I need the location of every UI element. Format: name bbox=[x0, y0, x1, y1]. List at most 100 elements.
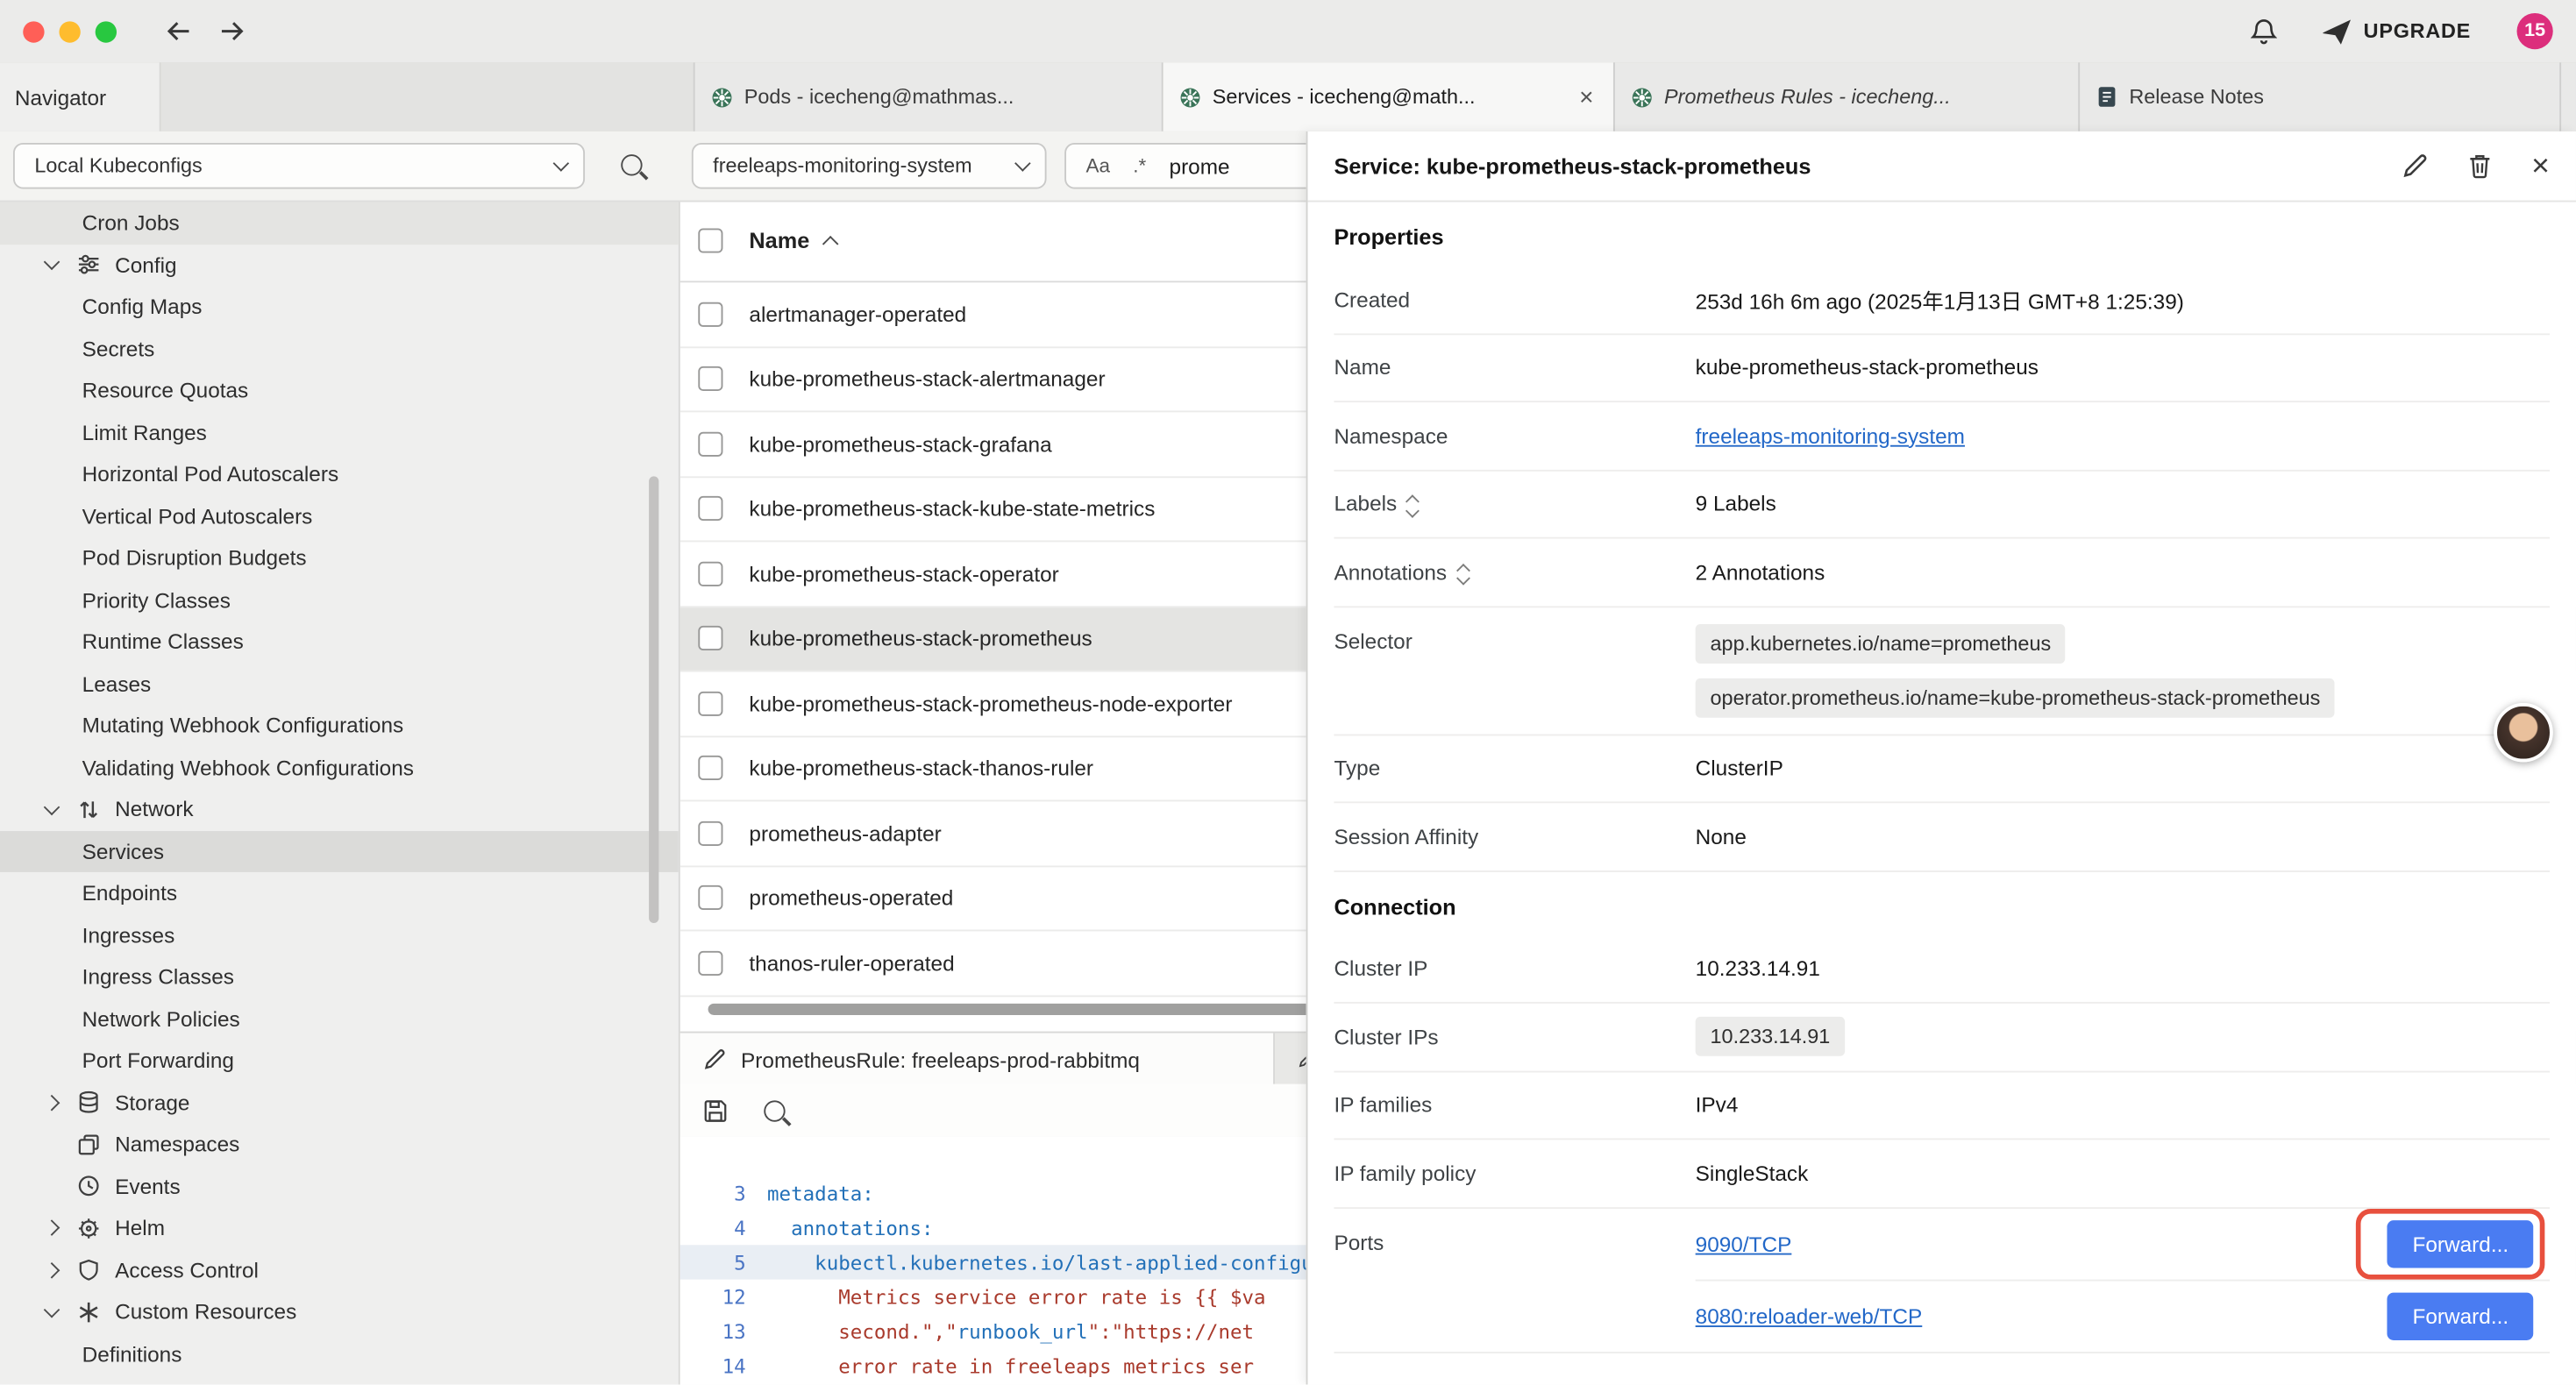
sidebar-item-network-policies[interactable]: Network Policies bbox=[0, 998, 679, 1040]
regex-toggle[interactable]: .* bbox=[1133, 154, 1146, 177]
sidebar-item-network[interactable]: Network bbox=[0, 788, 679, 830]
notifications-bell-icon[interactable] bbox=[2250, 18, 2276, 46]
row-checkbox[interactable] bbox=[698, 756, 722, 780]
sidebar-item-storage[interactable]: Storage bbox=[0, 1082, 679, 1124]
port-forward-button-8080[interactable]: Forward... bbox=[2387, 1292, 2533, 1339]
expand-collapse-icon[interactable] bbox=[1408, 494, 1417, 515]
port-link-8080[interactable]: 8080:reloader-web/TCP bbox=[1696, 1303, 1923, 1328]
sidebar-item-config-maps[interactable]: Config Maps bbox=[0, 286, 679, 328]
edit-service-button[interactable] bbox=[2402, 153, 2428, 179]
tab-release-notes[interactable]: Release Notes bbox=[2078, 62, 2559, 131]
select-all-checkbox[interactable] bbox=[698, 228, 722, 252]
tab-prometheus-rules[interactable]: Prometheus Rules - icecheng... bbox=[1613, 62, 2078, 131]
navigator-panel-tab[interactable]: Navigator bbox=[0, 62, 161, 131]
save-icon[interactable] bbox=[703, 1098, 728, 1123]
editor-tab-prometheusrule[interactable]: PrometheusRule: freeleaps-prod-rabbitmq bbox=[680, 1033, 1275, 1086]
kubernetes-icon bbox=[1632, 86, 1653, 107]
expand-collapse-icon[interactable] bbox=[1458, 561, 1467, 582]
tab-services[interactable]: Services - icecheng@math... bbox=[1162, 62, 1613, 131]
port-line-8080: 8080:reloader-web/TCP Forward... bbox=[1696, 1279, 2550, 1351]
sidebar-item-ingress-classes[interactable]: Ingress Classes bbox=[0, 955, 679, 998]
sidebar-scrollbar[interactable] bbox=[649, 476, 658, 923]
sidebar-item-events[interactable]: Events bbox=[0, 1165, 679, 1207]
line-number: 13 bbox=[680, 1320, 767, 1343]
namespace-selector[interactable]: freeleaps-monitoring-system bbox=[692, 143, 1047, 188]
sidebar-item-runtime-classes[interactable]: Runtime Classes bbox=[0, 621, 679, 663]
sidebar-item-priority-classes[interactable]: Priority Classes bbox=[0, 579, 679, 621]
resource-tree: Cron Jobs Config Config Maps Secrets Res… bbox=[0, 201, 679, 1375]
row-checkbox[interactable] bbox=[698, 626, 722, 650]
back-button[interactable] bbox=[166, 19, 192, 42]
detail-row-cluster-ip: Cluster IP 10.233.14.91 bbox=[1334, 935, 2550, 1004]
sidebar-item-secrets[interactable]: Secrets bbox=[0, 328, 679, 370]
row-checkbox[interactable] bbox=[698, 691, 722, 715]
line-number: 14 bbox=[680, 1354, 767, 1377]
detail-header: Service: kube-prometheus-stack-prometheu… bbox=[1307, 131, 2575, 202]
detail-row-session-affinity: Session Affinity None bbox=[1334, 803, 2550, 871]
match-case-toggle[interactable]: Aa bbox=[1086, 154, 1111, 177]
tab-argo[interactable]: Argo Se bbox=[2559, 62, 2576, 131]
cluster-ip-badge: 10.233.14.91 bbox=[1696, 1017, 1846, 1056]
selector-badge: operator.prometheus.io/name=kube-prometh… bbox=[1696, 678, 2336, 717]
sidebar-item-leases[interactable]: Leases bbox=[0, 663, 679, 705]
sidebar-item-vertical-pod-autoscalers[interactable]: Vertical Pod Autoscalers bbox=[0, 495, 679, 537]
sidebar-item-validating-webhook-configurations[interactable]: Validating Webhook Configurations bbox=[0, 747, 679, 789]
close-window-button[interactable] bbox=[23, 20, 44, 41]
sidebar-item-resource-quotas[interactable]: Resource Quotas bbox=[0, 370, 679, 412]
name-column-header[interactable]: Name bbox=[749, 228, 809, 252]
sidebar-item-ingresses[interactable]: Ingresses bbox=[0, 914, 679, 956]
events-icon bbox=[75, 1173, 102, 1199]
namespace-selector-value: freeleaps-monitoring-system bbox=[713, 154, 971, 177]
titlebar: UPGRADE 15 bbox=[0, 0, 2576, 64]
notification-count-badge[interactable]: 15 bbox=[2517, 13, 2553, 49]
detail-row-created: Created 253d 16h 6m ago (2025年1月13日 GMT+… bbox=[1334, 266, 2550, 335]
close-tab-icon[interactable] bbox=[1576, 84, 1597, 109]
zoom-window-button[interactable] bbox=[96, 20, 117, 41]
editor-tab-label: PrometheusRule: freeleaps-prod-rabbitmq bbox=[741, 1047, 1140, 1071]
user-avatar[interactable] bbox=[2494, 703, 2552, 762]
sidebar-item-namespaces[interactable]: Namespaces bbox=[0, 1124, 679, 1166]
sidebar-item-pod-disruption-budgets[interactable]: Pod Disruption Budgets bbox=[0, 537, 679, 579]
sort-ascending-icon[interactable] bbox=[822, 235, 838, 252]
chevron-down-icon bbox=[44, 799, 60, 815]
minimize-window-button[interactable] bbox=[59, 20, 80, 41]
row-checkbox[interactable] bbox=[698, 431, 722, 456]
sidebar-item-custom-resources[interactable]: Custom Resources bbox=[0, 1291, 679, 1333]
row-checkbox[interactable] bbox=[698, 302, 722, 326]
sidebar-item-definitions[interactable]: Definitions bbox=[0, 1333, 679, 1375]
sidebar-item-limit-ranges[interactable]: Limit Ranges bbox=[0, 411, 679, 453]
sidebar-item-access-control[interactable]: Access Control bbox=[0, 1249, 679, 1291]
kubeconfig-selector[interactable]: Local Kubeconfigs bbox=[13, 143, 585, 188]
sidebar-item-mutating-webhook-configurations[interactable]: Mutating Webhook Configurations bbox=[0, 705, 679, 747]
chevron-right-icon bbox=[44, 1262, 60, 1279]
row-checkbox[interactable] bbox=[698, 496, 722, 521]
close-panel-icon[interactable] bbox=[2531, 150, 2550, 181]
row-checkbox[interactable] bbox=[698, 885, 722, 910]
sidebar-item-services[interactable]: Services bbox=[0, 830, 679, 872]
sidebar-item-helm[interactable]: Helm bbox=[0, 1207, 679, 1249]
sidebar-item-config[interactable]: Config bbox=[0, 244, 679, 286]
upgrade-label: UPGRADE bbox=[2364, 19, 2471, 42]
forward-button[interactable] bbox=[218, 19, 245, 42]
sidebar-item-endpoints[interactable]: Endpoints bbox=[0, 872, 679, 914]
editor-search-icon[interactable] bbox=[764, 1099, 785, 1120]
line-number: 4 bbox=[680, 1216, 767, 1239]
port-forward-button-9090[interactable]: Forward... bbox=[2387, 1219, 2533, 1267]
row-checkbox[interactable] bbox=[698, 366, 722, 391]
chevron-down-icon bbox=[553, 155, 570, 172]
port-link-9090[interactable]: 9090/TCP bbox=[1696, 1231, 1792, 1255]
sidebar-item-cron-jobs[interactable]: Cron Jobs bbox=[0, 202, 679, 244]
tab-pods[interactable]: Pods - icecheng@mathmas... bbox=[694, 62, 1162, 131]
kubernetes-icon bbox=[711, 86, 732, 107]
delete-service-button[interactable] bbox=[2467, 153, 2492, 179]
edit-icon bbox=[703, 1048, 726, 1070]
row-checkbox[interactable] bbox=[698, 950, 722, 975]
config-icon bbox=[75, 252, 102, 278]
row-checkbox[interactable] bbox=[698, 820, 722, 845]
navigator-search-icon[interactable] bbox=[621, 154, 642, 175]
namespace-link[interactable]: freeleaps-monitoring-system bbox=[1696, 423, 1965, 448]
sidebar-item-horizontal-pod-autoscalers[interactable]: Horizontal Pod Autoscalers bbox=[0, 453, 679, 495]
upgrade-button[interactable]: UPGRADE bbox=[2323, 19, 2471, 44]
row-checkbox[interactable] bbox=[698, 561, 722, 586]
sidebar-item-port-forwarding[interactable]: Port Forwarding bbox=[0, 1040, 679, 1082]
